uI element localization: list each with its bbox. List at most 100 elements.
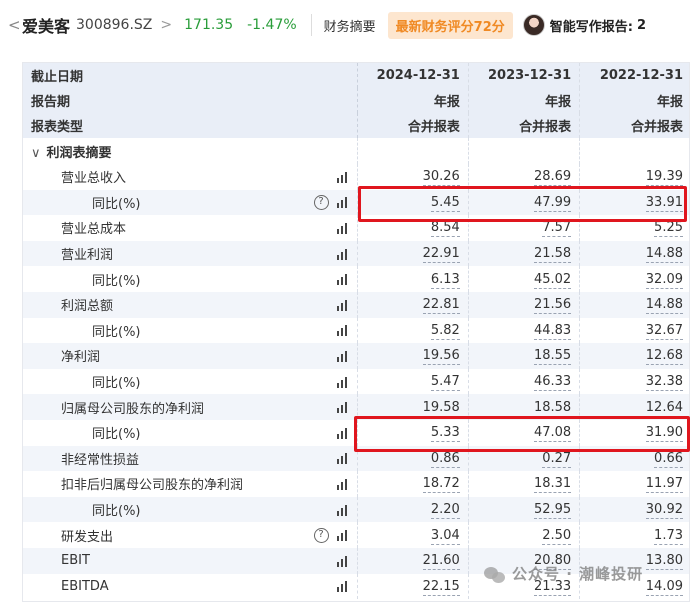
avatar[interactable] — [522, 14, 545, 36]
value-cell[interactable]: 18.31 — [467, 471, 580, 497]
bar-chart-icon[interactable] — [336, 273, 347, 286]
empty-cell — [467, 138, 580, 164]
bar-chart-icon[interactable] — [336, 324, 347, 337]
value-cell[interactable]: 45.02 — [467, 266, 580, 292]
bar-chart-icon[interactable] — [336, 171, 347, 183]
value-text: 0.86 — [430, 450, 460, 468]
value-text: 22.81 — [422, 297, 460, 315]
value-cell[interactable]: 2.20 — [356, 496, 469, 523]
bar-chart-icon[interactable] — [336, 427, 347, 439]
value-cell[interactable]: 5.82 — [356, 317, 469, 344]
row-label: 营业总收入 — [61, 171, 127, 187]
value-cell[interactable]: 14.88 — [579, 291, 689, 318]
bar-chart-icon[interactable] — [336, 248, 347, 260]
table-header-row: 报告期 年报 年报 年报 — [23, 88, 689, 113]
bar-chart-icon[interactable] — [336, 350, 347, 362]
section-row[interactable]: ∨ 利润表摘要 — [23, 138, 689, 164]
value-text: 19.39 — [645, 169, 683, 187]
ai-report-link[interactable]: 智能写作报告: — [550, 16, 633, 35]
value-cell[interactable]: 22.91 — [356, 240, 469, 267]
header-cell: 年报 — [356, 88, 469, 113]
value-cell[interactable]: 2.50 — [467, 522, 580, 548]
value-cell[interactable]: 21.56 — [467, 291, 580, 318]
row-label: 同比(%) — [92, 376, 141, 392]
bar-chart-icon[interactable] — [336, 376, 347, 388]
help-icon[interactable]: ? — [313, 194, 329, 210]
header-cell: 合并报表 — [467, 113, 580, 138]
value-cell[interactable]: 14.88 — [579, 240, 689, 267]
header-label: 截止日期 — [23, 63, 357, 88]
value-cell[interactable]: 22.81 — [356, 291, 469, 318]
value-text: 19.58 — [422, 399, 460, 417]
value-cell[interactable]: 11.97 — [579, 471, 689, 497]
bar-chart-icon[interactable] — [336, 529, 347, 542]
tab-financial-summary[interactable]: 财务摘要 — [324, 16, 376, 35]
value-cell[interactable]: 32.38 — [579, 368, 689, 395]
value-text: 5.82 — [430, 322, 460, 340]
financial-rating-badge[interactable]: 最新财务评分72分 — [387, 11, 513, 39]
value-cell[interactable]: 18.55 — [467, 343, 580, 369]
value-cell[interactable]: 1.73 — [579, 522, 689, 548]
table-row: 同比(%) 5.47 46.33 32.38 — [23, 368, 689, 395]
value-text: 32.09 — [645, 271, 683, 289]
value-text: 18.31 — [533, 476, 572, 494]
bar-chart-icon[interactable] — [336, 401, 347, 414]
bar-chart-icon[interactable] — [336, 452, 347, 465]
value-text: 21.60 — [422, 553, 460, 571]
bar-chart-icon[interactable] — [336, 478, 347, 490]
row-label: 研发支出 — [61, 529, 114, 545]
table-row: 同比(%) 6.13 45.02 32.09 — [23, 266, 689, 292]
value-cell[interactable]: 22.15 — [356, 573, 469, 600]
value-cell[interactable]: 32.09 — [579, 266, 689, 292]
value-text: 12.68 — [645, 348, 683, 366]
value-cell[interactable]: 30.92 — [579, 496, 689, 523]
row-label: 同比(%) — [92, 504, 141, 520]
price-change: -1.47% — [247, 17, 297, 33]
row-label: EBIT — [61, 553, 90, 569]
value-cell[interactable]: 21.60 — [356, 547, 469, 574]
bar-chart-icon[interactable] — [336, 299, 347, 311]
value-cell[interactable]: 21.58 — [467, 240, 580, 267]
value-text: 18.72 — [422, 476, 460, 494]
value-text: 6.13 — [430, 271, 460, 289]
row-label: 营业总成本 — [61, 222, 127, 238]
value-cell[interactable]: 18.72 — [356, 471, 469, 497]
value-text: 14.88 — [645, 297, 683, 315]
value-cell[interactable]: 32.67 — [579, 317, 689, 344]
value-cell[interactable]: 12.68 — [579, 343, 689, 369]
table-row: 营业利润 22.91 21.58 14.88 — [23, 240, 689, 267]
value-cell[interactable]: 3.04 — [356, 522, 469, 548]
table-header-row: 截止日期 2024-12-31 2023-12-31 2022-12-31 — [23, 63, 689, 88]
bar-chart-icon[interactable] — [336, 222, 347, 234]
highlight-box — [354, 416, 690, 452]
bar-chart-icon[interactable] — [336, 580, 347, 593]
bar-chart-icon[interactable] — [336, 504, 347, 516]
back-icon[interactable]: < — [8, 16, 22, 34]
row-label: 非经常性损益 — [61, 452, 140, 468]
value-text: 21.58 — [533, 246, 572, 264]
header-cell: 年报 — [467, 88, 580, 113]
watermark-text: 公众号 · 潮峰投研 — [512, 565, 644, 583]
value-cell[interactable]: 6.13 — [356, 266, 469, 292]
help-icon[interactable]: ? — [313, 527, 329, 543]
value-text: 22.91 — [422, 246, 460, 264]
row-label: 同比(%) — [92, 324, 141, 340]
value-text: 32.38 — [645, 374, 683, 392]
value-cell[interactable]: 44.83 — [467, 317, 580, 344]
table-row: 扣非后归属母公司股东的净利润 18.72 18.31 11.97 — [23, 471, 689, 497]
table-row: 同比(%) 2.20 52.95 30.92 — [23, 496, 689, 523]
bar-chart-icon[interactable] — [336, 196, 347, 209]
value-text: 13.80 — [645, 553, 683, 571]
chevron-right-icon[interactable]: > — [160, 17, 172, 33]
value-cell[interactable]: 46.33 — [467, 368, 580, 395]
chevron-down-icon[interactable]: ∨ — [31, 146, 41, 161]
table-row: 研发支出? 3.04 2.50 1.73 — [23, 522, 689, 548]
bar-chart-icon[interactable] — [336, 555, 347, 567]
section-title: 利润表摘要 — [46, 145, 112, 161]
value-text: 28.69 — [533, 169, 572, 187]
value-cell[interactable]: 19.56 — [356, 343, 469, 369]
value-cell[interactable]: 5.47 — [356, 368, 469, 395]
value-text: 12.64 — [645, 399, 683, 417]
header-cell: 2022-12-31 — [579, 63, 689, 88]
value-cell[interactable]: 52.95 — [467, 496, 580, 523]
